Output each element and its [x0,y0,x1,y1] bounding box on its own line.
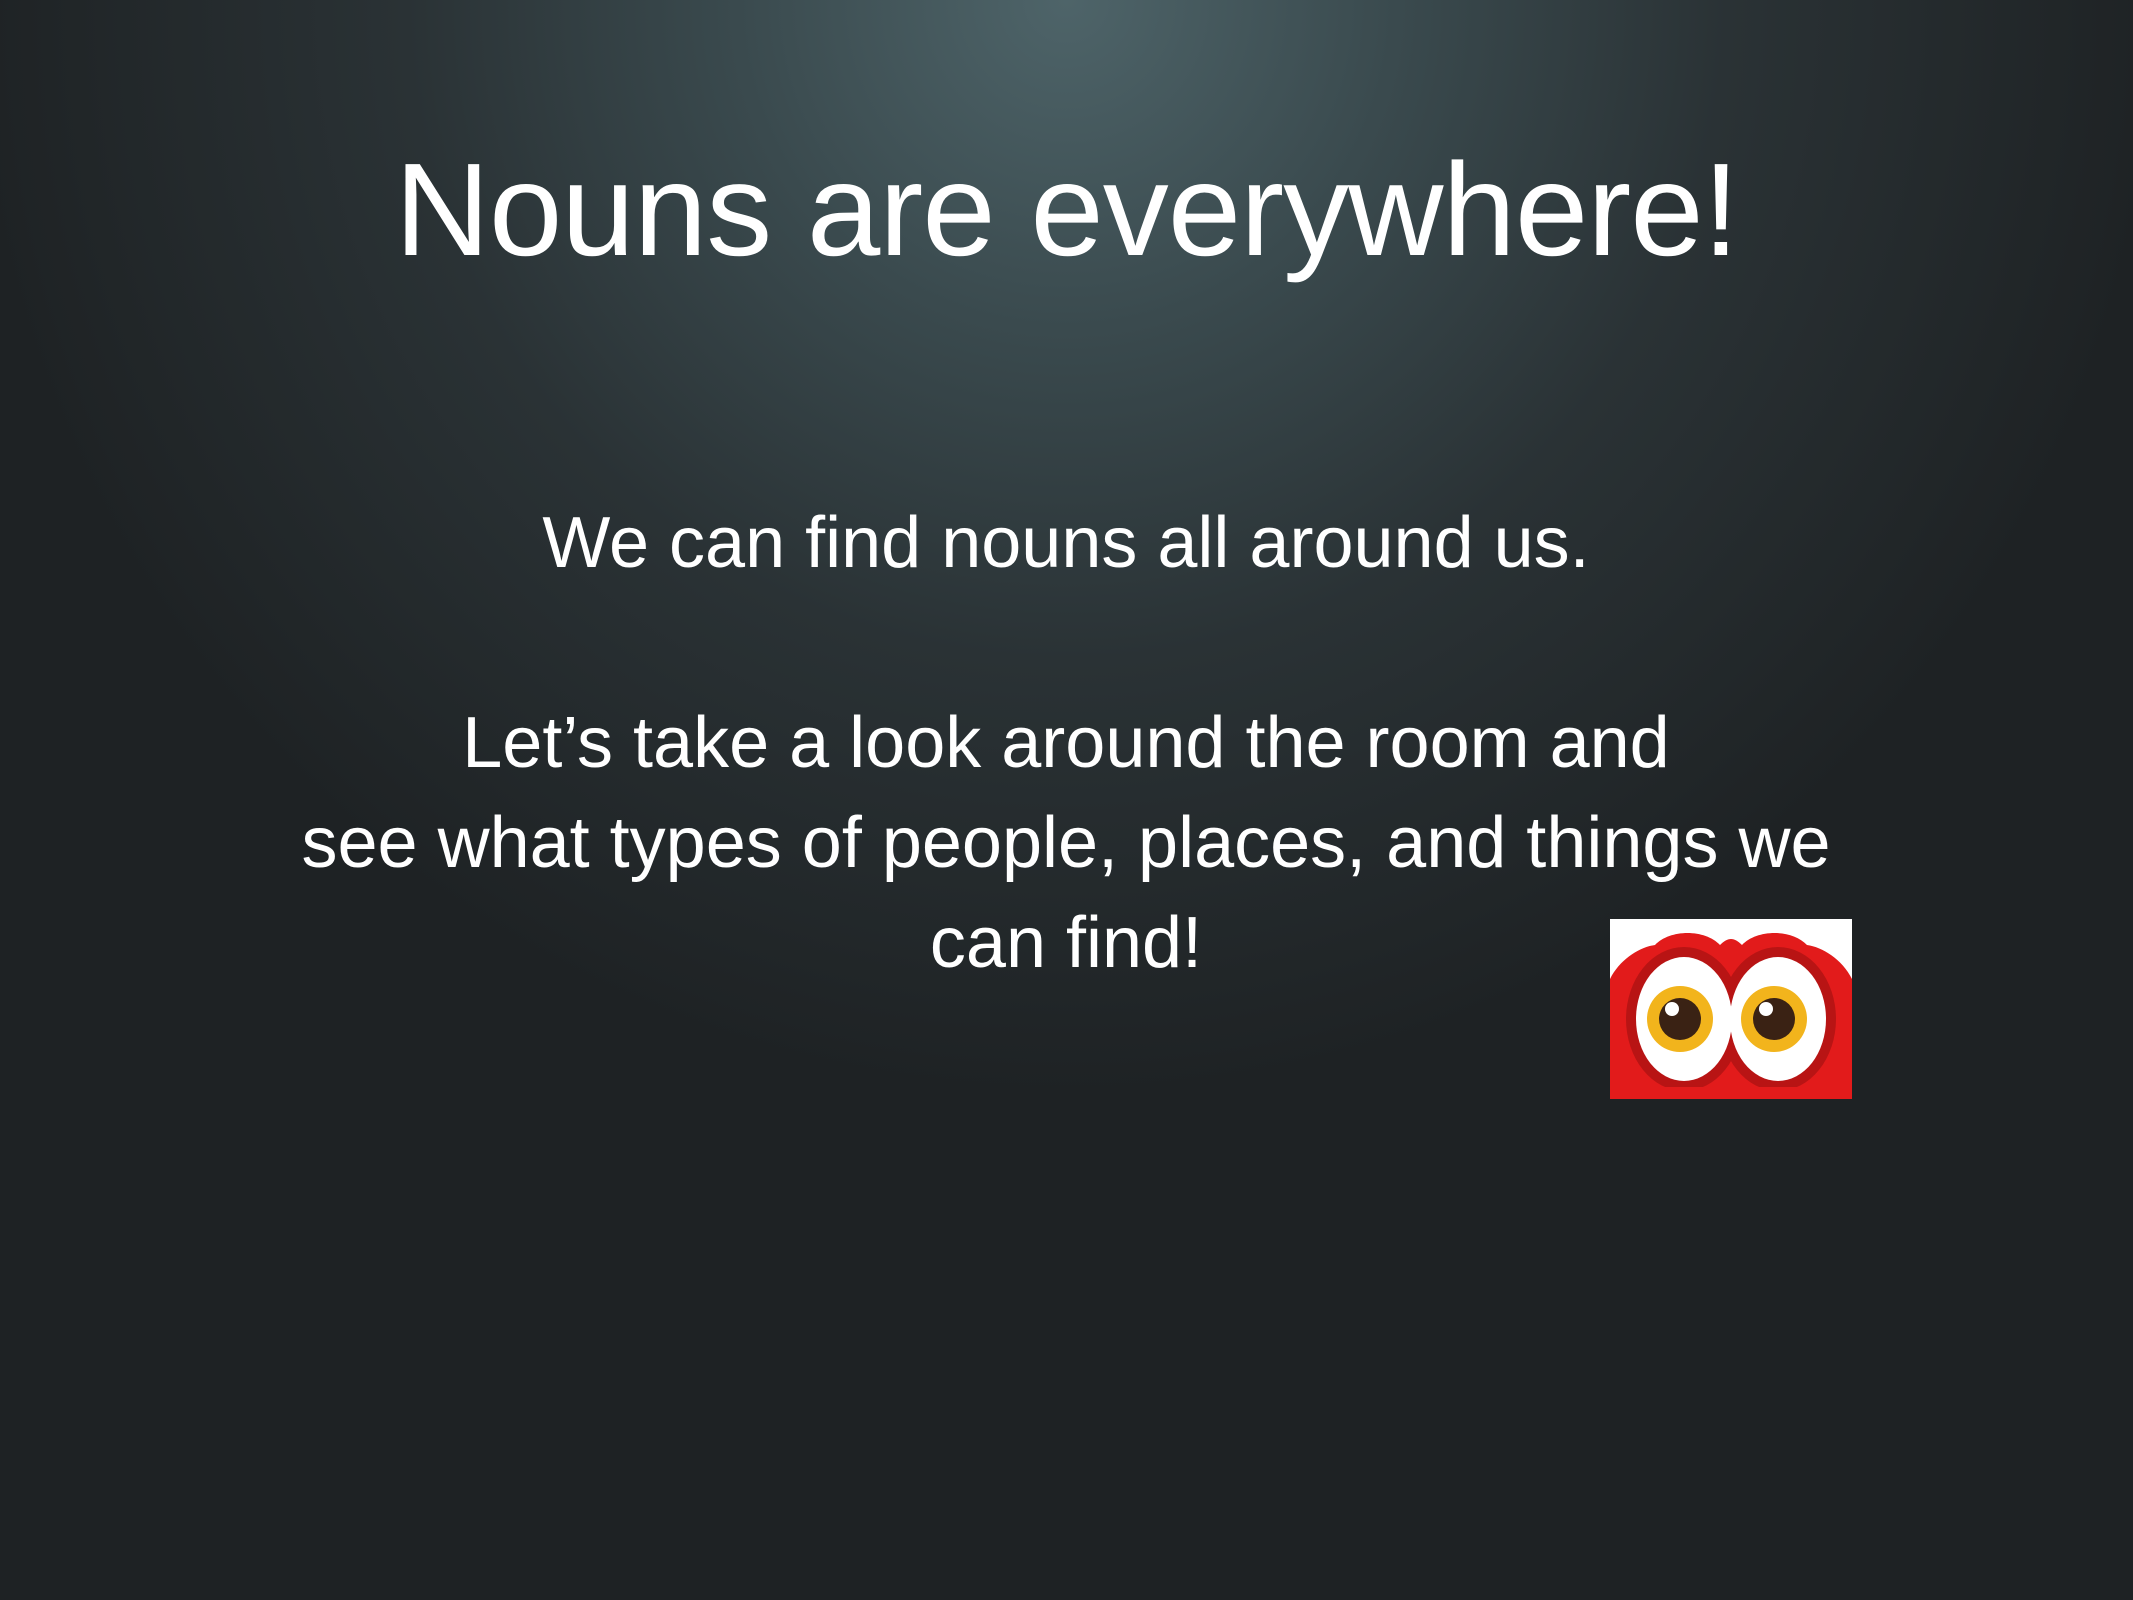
slide: Nouns are everywhere! We can find nouns … [0,0,2133,1600]
body-paragraph-2-line-1: Let’s take a look around the room and [462,703,1670,783]
slide-title: Nouns are everywhere! [394,136,1740,283]
body-paragraph-2-line-2: see what types of people, places, and th… [301,803,1831,883]
cartoon-eyes-icon [1610,919,1852,1099]
body-line-1: We can find nouns all around us. [542,503,1590,583]
